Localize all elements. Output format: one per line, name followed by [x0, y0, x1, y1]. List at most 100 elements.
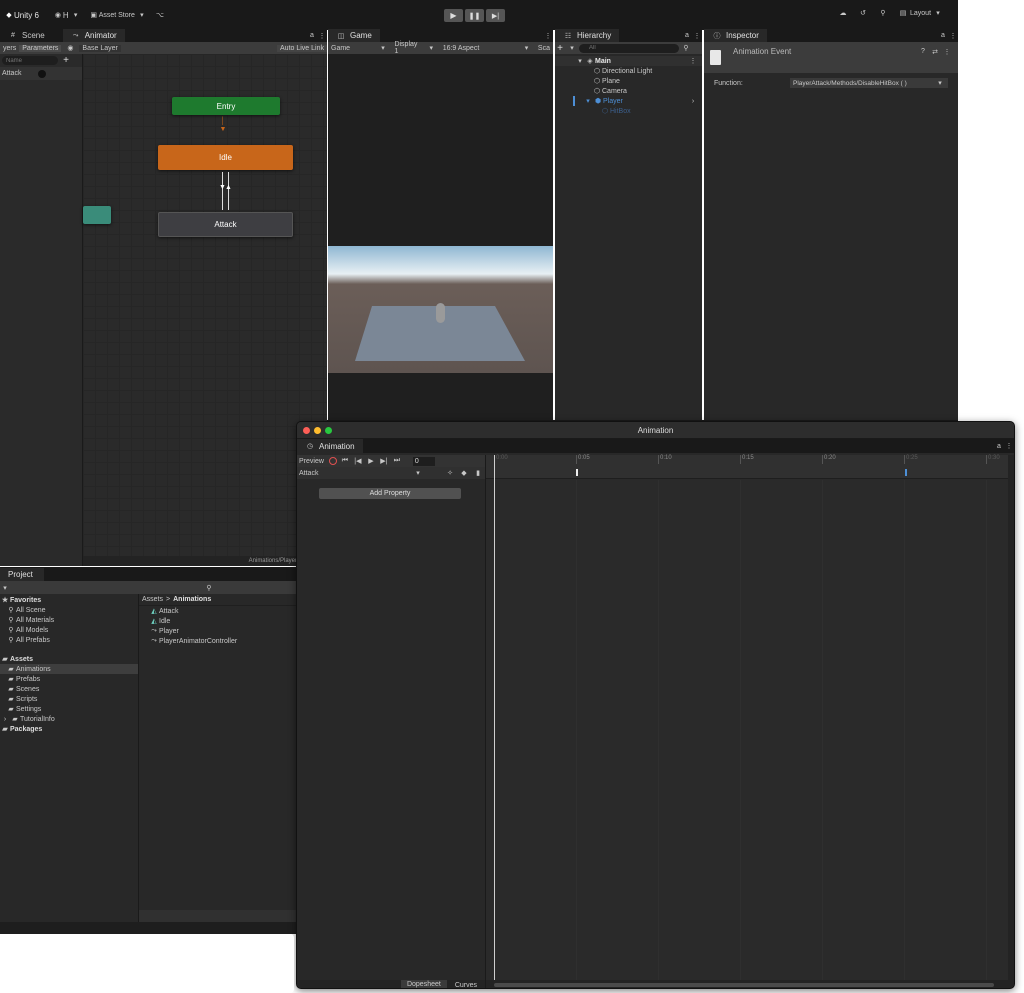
add-property-button[interactable]: Add Property	[319, 488, 461, 499]
search-icon[interactable]: ⚲	[878, 9, 888, 17]
more-icon[interactable]: ⋮	[692, 32, 702, 40]
hierarchy-item-camera[interactable]: ⬡ Camera	[555, 86, 702, 96]
lock-icon[interactable]: a	[938, 32, 948, 39]
parameters-tab[interactable]: Parameters	[19, 44, 62, 52]
search-options-icon[interactable]: ⚲	[681, 44, 691, 52]
clip-select[interactable]: Attack ▾	[299, 469, 423, 478]
layout-dropdown[interactable]: Layout	[910, 10, 931, 17]
aspect-select[interactable]: 16:9 Aspect	[440, 45, 518, 52]
hierarchy-item-directional-light[interactable]: ⬡ Directional Light	[555, 66, 702, 76]
tab-animator[interactable]: ⤳ Animator	[62, 29, 125, 42]
folder-item[interactable]: ▰ Scenes	[0, 684, 138, 694]
preview-toggle[interactable]: Preview	[299, 458, 324, 465]
animator-graph[interactable]: Entry │ ▼ Idle ▼ ▲ Attack Animations/Play…	[83, 54, 327, 566]
trigger-toggle[interactable]	[38, 69, 46, 78]
search-icon[interactable]: ⚲	[204, 584, 214, 592]
curves-tab[interactable]: Curves	[447, 982, 485, 989]
frame-input[interactable]	[412, 456, 435, 466]
tab-game[interactable]: ◫ Game	[328, 29, 380, 42]
file-item-player[interactable]: ⤳ Player	[139, 626, 296, 636]
folder-item[interactable]: ▰ Settings	[0, 704, 138, 714]
function-dropdown[interactable]: PlayerAttack/Methods/DisableHitBox ( ) ▾	[790, 78, 948, 88]
timeline-area[interactable]: 0:00 0:05 0:10 0:15 0:20 0:25 0:30	[486, 455, 1008, 988]
auto-live-link-button[interactable]: Auto Live Link	[277, 44, 327, 52]
presets-icon[interactable]: ⇄	[930, 48, 940, 56]
assets-header[interactable]: ▰ Assets	[0, 654, 138, 664]
hierarchy-search-input[interactable]	[579, 43, 679, 53]
expand-arrow-icon[interactable]: ▾	[575, 57, 585, 65]
tab-inspector[interactable]: ⓘ Inspector	[704, 29, 767, 42]
more-icon[interactable]: ⋮	[543, 32, 553, 40]
minimize-window-icon[interactable]	[314, 426, 321, 434]
play-icon[interactable]: ▶	[366, 457, 376, 465]
animation-event-marker[interactable]	[576, 469, 578, 476]
favorite-item[interactable]: ⚲ All Scene	[0, 605, 138, 615]
tab-hierarchy[interactable]: ☷ Hierarchy	[555, 29, 620, 42]
step-button[interactable]: ▶|	[486, 9, 505, 22]
account-icon[interactable]: ◉	[53, 11, 63, 19]
layers-tab[interactable]: yers	[0, 45, 19, 52]
maximize-window-icon[interactable]	[325, 426, 332, 434]
chevron-right-icon[interactable]: ›	[688, 98, 698, 105]
file-list-scrollbar[interactable]	[139, 910, 296, 922]
folder-item[interactable]: ▰ Scripts	[0, 694, 138, 704]
vertical-scrollbar[interactable]	[1008, 455, 1014, 988]
more-icon[interactable]: ⋮	[942, 48, 952, 56]
event-marker-icon[interactable]: ▮	[473, 469, 483, 477]
scale-slider-label[interactable]: Sca	[535, 45, 553, 52]
more-icon[interactable]: ⋮	[688, 57, 698, 65]
folder-item[interactable]: ▰ Prefabs	[0, 674, 138, 684]
keyframe-grid[interactable]	[486, 480, 1008, 980]
folder-item-animations[interactable]: ▰ Animations	[0, 664, 138, 674]
favorite-item[interactable]: ⚲ All Models	[0, 625, 138, 635]
favorite-item[interactable]: ⚲ All Materials	[0, 615, 138, 625]
events-row[interactable]	[486, 467, 1008, 479]
pause-button[interactable]: ❚❚	[465, 9, 484, 22]
last-keyframe-icon[interactable]: ⏭	[392, 457, 402, 465]
hierarchy-item-hitbox[interactable]: ⬡ HitBox	[555, 106, 702, 116]
asset-store-button[interactable]: Asset Store	[99, 12, 135, 19]
tab-scene[interactable]: # Scene	[0, 29, 53, 42]
parameter-row[interactable]: Attack	[0, 67, 82, 80]
more-icon[interactable]: ⋮	[1004, 442, 1014, 450]
time-ruler[interactable]: 0:00 0:05 0:10 0:15 0:20 0:25 0:30	[486, 455, 1008, 467]
parameter-search-input[interactable]	[2, 56, 58, 65]
breadcrumb-root[interactable]: Assets	[142, 596, 163, 603]
folder-item[interactable]: › ▰ TutorialInfo	[0, 714, 138, 724]
add-keyframe-icon[interactable]: ✧	[445, 469, 455, 477]
timeline-scrollbar[interactable]	[486, 980, 1008, 988]
more-icon[interactable]: ⋮	[948, 32, 958, 40]
file-item-attack[interactable]: ◭ Attack	[139, 606, 296, 616]
next-keyframe-icon[interactable]: ▶|	[379, 457, 389, 465]
play-button[interactable]: ▶	[444, 9, 463, 22]
hierarchy-item-player[interactable]: ▾ ⬢ Player ›	[555, 96, 702, 106]
entry-node[interactable]: Entry	[172, 97, 280, 115]
file-item-idle[interactable]: ◭ Idle	[139, 616, 296, 626]
eye-icon[interactable]: ◉	[65, 44, 75, 52]
history-icon[interactable]: ↺	[858, 9, 868, 17]
idle-node[interactable]: Idle	[158, 145, 293, 170]
cloud-icon[interactable]: ☁	[838, 9, 848, 17]
animation-event-marker-selected[interactable]	[905, 469, 907, 476]
scene-row[interactable]: ▾ ◈ Main ⋮	[555, 56, 702, 66]
first-keyframe-icon[interactable]: ⏮	[340, 457, 350, 465]
close-window-icon[interactable]	[303, 426, 310, 434]
prev-keyframe-icon[interactable]: |◀	[353, 457, 363, 465]
help-icon[interactable]: ?	[918, 48, 928, 55]
tab-animation[interactable]: ◷ Animation	[297, 439, 363, 453]
breadcrumb-current[interactable]: Animations	[173, 596, 211, 603]
playhead[interactable]	[494, 455, 495, 980]
lock-icon[interactable]: a	[307, 32, 317, 39]
more-icon[interactable]: ⋮	[317, 32, 327, 40]
favorite-item[interactable]: ⚲ All Prefabs	[0, 635, 138, 645]
expand-arrow-icon[interactable]: ›	[0, 716, 10, 723]
add-parameter-icon[interactable]: +	[61, 55, 71, 66]
packages-header[interactable]: ▰ Packages	[0, 724, 138, 734]
lock-icon[interactable]: a	[682, 32, 692, 39]
add-icon[interactable]: +	[555, 43, 565, 54]
account-button[interactable]: H	[63, 11, 69, 20]
hierarchy-item-plane[interactable]: ⬡ Plane	[555, 76, 702, 86]
record-button[interactable]	[328, 457, 337, 465]
teal-node[interactable]	[83, 206, 111, 224]
add-event-icon[interactable]: ◆	[459, 469, 469, 477]
